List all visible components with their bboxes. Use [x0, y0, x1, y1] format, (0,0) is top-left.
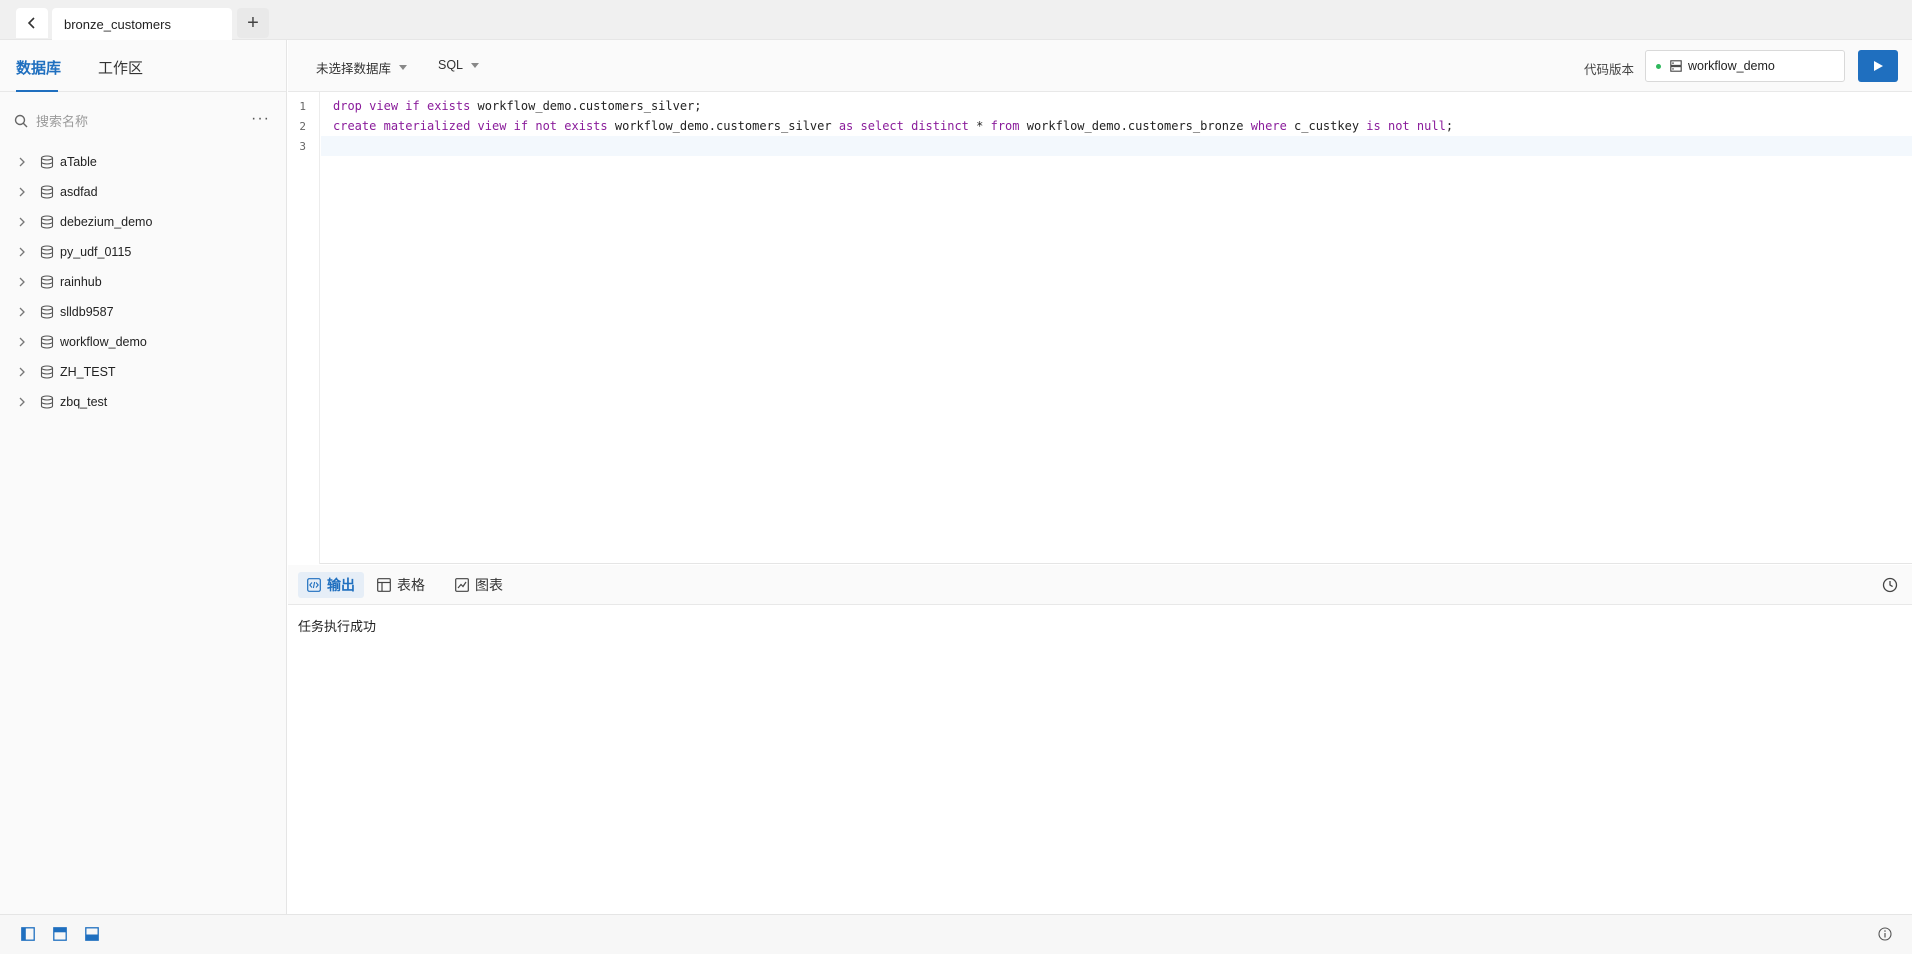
database-item[interactable]: ZH_TEST: [0, 357, 287, 387]
chevron-right-icon[interactable]: [18, 217, 30, 227]
database-name: zbq_test: [60, 395, 108, 409]
tab-workspace[interactable]: 工作区: [98, 57, 143, 78]
tab-chart-label: 图表: [475, 577, 503, 593]
info-icon: [1878, 927, 1892, 941]
history-button[interactable]: [1882, 577, 1898, 596]
line-number: 2: [299, 120, 306, 133]
database-item[interactable]: slldb9587: [0, 297, 287, 327]
tab-bronze-customers[interactable]: bronze_customers: [52, 8, 232, 40]
database-item[interactable]: debezium_demo: [0, 207, 287, 237]
code-editor[interactable]: 1 2 3 drop view if exists workflow_demo.…: [288, 92, 1912, 564]
database-item[interactable]: asdfad: [0, 177, 287, 207]
sidebar-layout-icon: [21, 927, 35, 941]
table-icon: [377, 578, 391, 592]
clock-icon: [1882, 577, 1898, 593]
top-panel-layout-icon: [53, 927, 67, 941]
database-icon: [40, 305, 54, 319]
code-line[interactable]: create materialized view if not exists w…: [333, 119, 1453, 133]
database-icon: [40, 365, 54, 379]
search-row: ···: [14, 110, 274, 132]
search-icon: [14, 114, 28, 128]
status-dot-icon: [1656, 63, 1661, 69]
code-version-value: workflow_demo: [1688, 59, 1775, 73]
chevron-right-icon[interactable]: [18, 307, 30, 317]
tab-output-label: 输出: [327, 577, 355, 593]
editor-toolbar: 未选择数据库 SQL 代码版本 workflow_demo: [288, 40, 1912, 92]
line-gutter: 1 2 3: [288, 92, 320, 564]
chevron-right-icon[interactable]: [18, 367, 30, 377]
chevron-right-icon[interactable]: [18, 337, 30, 347]
database-item[interactable]: aTable: [0, 147, 287, 177]
run-button[interactable]: [1858, 50, 1898, 82]
tab-label: bronze_customers: [64, 16, 171, 32]
database-icon: [40, 335, 54, 349]
server-icon: [1670, 60, 1682, 72]
database-name: workflow_demo: [60, 335, 147, 349]
chevron-right-icon[interactable]: [18, 397, 30, 407]
code-icon: [307, 578, 321, 592]
more-options-button[interactable]: ···: [251, 110, 270, 128]
database-list: aTable asdfad debezium_demo py_udf_0115 …: [0, 147, 287, 417]
database-item[interactable]: workflow_demo: [0, 327, 287, 357]
toggle-result-panel-button[interactable]: [85, 927, 99, 944]
language-select[interactable]: SQL: [438, 58, 480, 72]
database-item[interactable]: py_udf_0115: [0, 237, 287, 267]
info-button[interactable]: [1878, 927, 1892, 944]
database-icon: [40, 185, 54, 199]
result-message: 任务执行成功: [298, 619, 377, 634]
tab-table-label: 表格: [397, 577, 425, 593]
toggle-editor-button[interactable]: [53, 927, 67, 944]
caret-down-icon: [471, 62, 480, 68]
tab-bar: bronze_customers +: [0, 0, 1912, 40]
chevron-right-icon[interactable]: [18, 157, 30, 167]
database-select-value: 未选择数据库: [316, 62, 392, 76]
database-icon: [40, 395, 54, 409]
add-tab-button[interactable]: +: [237, 8, 269, 38]
database-icon: [40, 155, 54, 169]
active-tab-indicator: [16, 90, 58, 92]
code-version-label: 代码版本: [1584, 63, 1635, 77]
tab-output[interactable]: 输出: [298, 572, 364, 598]
tab-chart[interactable]: 图表: [446, 572, 512, 598]
result-tabs: 输出 表格 图表: [288, 565, 1912, 605]
back-button[interactable]: [16, 8, 48, 38]
database-icon: [40, 275, 54, 289]
bottom-panel-layout-icon: [85, 927, 99, 941]
caret-down-icon: [399, 65, 408, 70]
database-select[interactable]: 未选择数据库: [316, 58, 408, 77]
result-output-panel: 任务执行成功: [288, 606, 1912, 914]
chevron-right-icon[interactable]: [18, 247, 30, 257]
play-icon: [1874, 61, 1883, 71]
current-line-highlight: [321, 136, 1912, 156]
code-line[interactable]: drop view if exists workflow_demo.custom…: [333, 99, 702, 113]
chevron-right-icon[interactable]: [18, 277, 30, 287]
database-name: rainhub: [60, 275, 102, 289]
line-number: 3: [299, 140, 306, 153]
sidebar-tabs: 数据库 工作区: [0, 40, 286, 92]
database-name: py_udf_0115: [60, 245, 132, 259]
search-input[interactable]: [36, 113, 236, 129]
language-select-value: SQL: [438, 58, 464, 72]
status-bar: [0, 914, 1912, 954]
sidebar: 数据库 工作区 ··· aTable asdfad debezium_demo …: [0, 40, 287, 914]
tab-table[interactable]: 表格: [368, 572, 434, 598]
database-name: debezium_demo: [60, 215, 153, 229]
chevron-right-icon[interactable]: [18, 187, 30, 197]
database-item[interactable]: rainhub: [0, 267, 287, 297]
line-number: 1: [299, 100, 306, 113]
database-icon: [40, 215, 54, 229]
database-name: slldb9587: [60, 305, 114, 319]
toggle-sidebar-button[interactable]: [21, 927, 35, 944]
tab-database[interactable]: 数据库: [16, 57, 61, 78]
database-name: asdfad: [60, 185, 98, 199]
database-icon: [40, 245, 54, 259]
database-name: ZH_TEST: [60, 365, 116, 379]
database-name: aTable: [60, 155, 97, 169]
database-item[interactable]: zbq_test: [0, 387, 287, 417]
chevron-left-icon: [27, 17, 35, 29]
code-version-select[interactable]: workflow_demo: [1645, 50, 1845, 82]
line-chart-icon: [455, 578, 469, 592]
plus-icon: +: [247, 12, 259, 34]
